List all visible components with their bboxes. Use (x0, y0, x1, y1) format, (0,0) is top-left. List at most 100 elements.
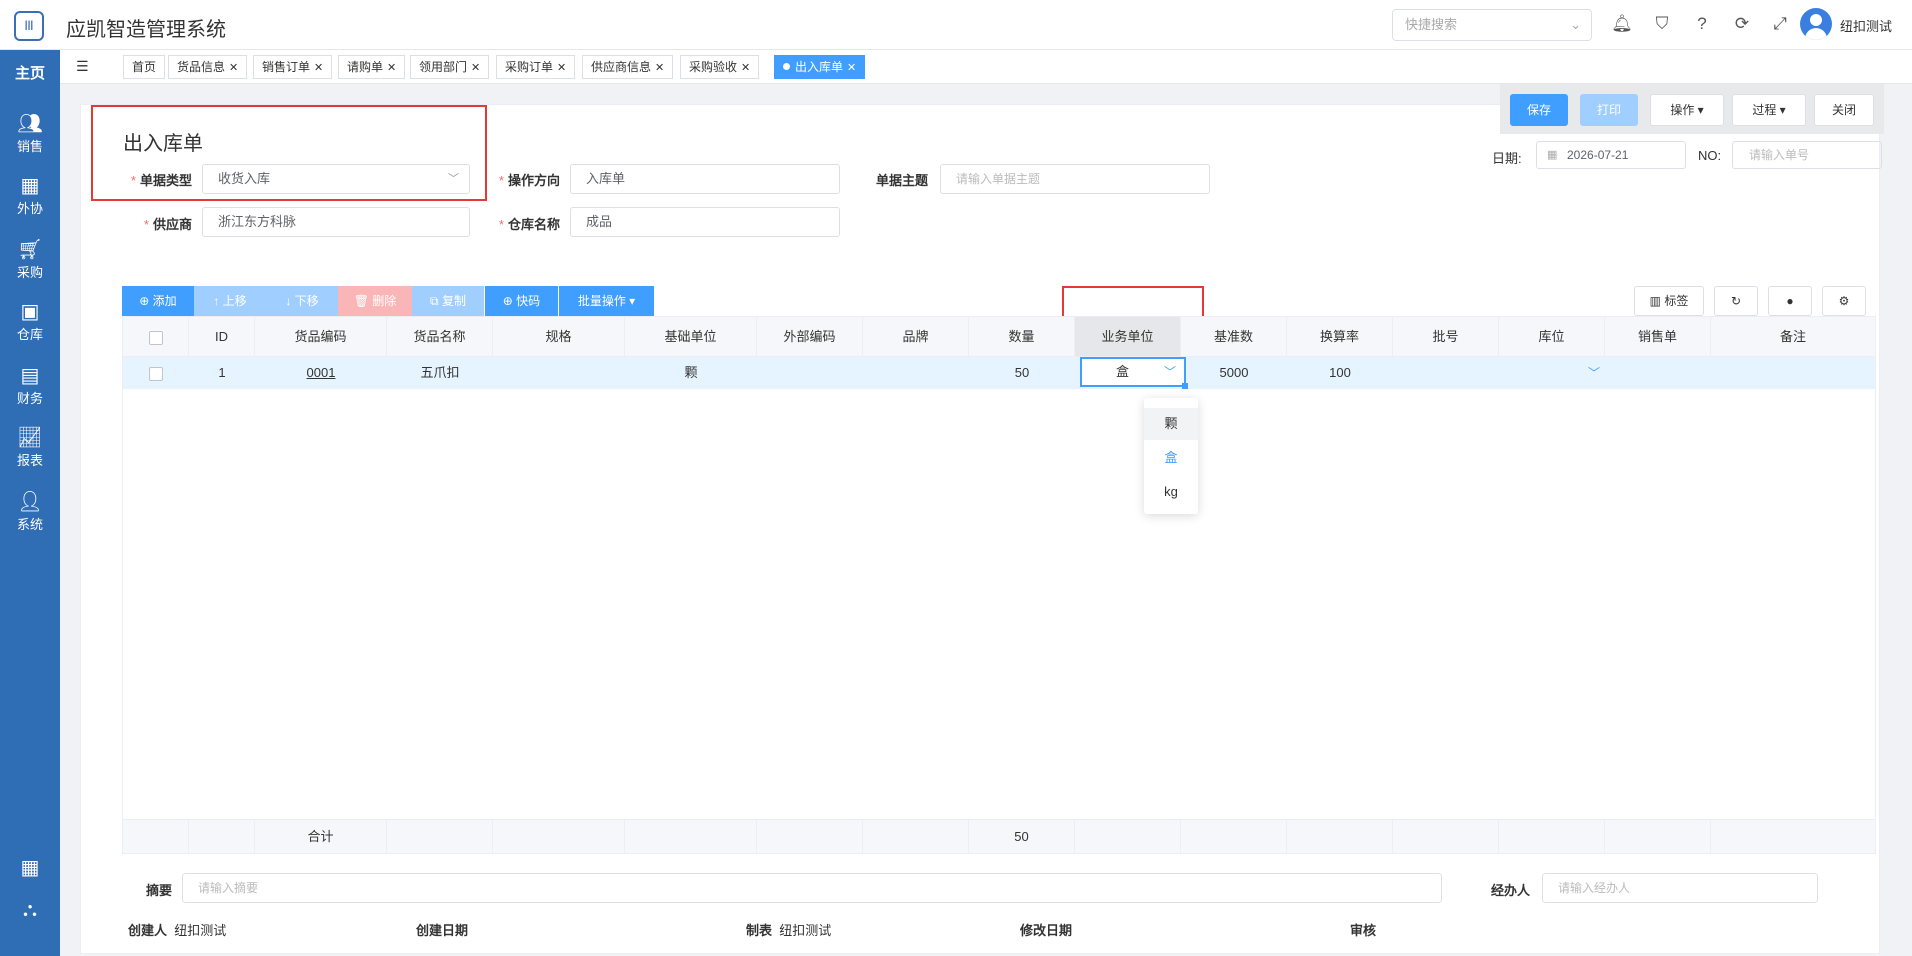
business-unit-select[interactable]: 盒 ﹀ (1080, 357, 1188, 389)
close-icon[interactable]: ✕ (229, 62, 238, 74)
barcode-icon: ▥ (1649, 294, 1665, 308)
unit-option[interactable]: 颗 (1144, 408, 1198, 440)
username[interactable]: 纽扣测试 (1840, 16, 1892, 35)
doc-type-select[interactable]: 收货入库 ﹀ (202, 164, 470, 194)
row-checkbox-cell[interactable] (123, 357, 189, 389)
date-input[interactable]: ▦ 2026-07-21 (1536, 141, 1686, 169)
help-icon[interactable]: ? (1690, 12, 1714, 36)
tab-stock-io[interactable]: 出入库单 ✕ (774, 55, 866, 79)
footer-cell (1287, 819, 1393, 853)
copy-row-button[interactable]: ⧉ 复制 (412, 286, 484, 316)
process-dropdown[interactable]: 过程 ▾ (1732, 94, 1806, 126)
footer-cell (1393, 819, 1499, 853)
print-button[interactable]: 打印 (1580, 94, 1638, 126)
cell-goods-code[interactable]: 0001 (255, 357, 387, 389)
calendar-icon: ▦ (1547, 149, 1558, 161)
subject-input[interactable]: 请输入单据主题 (940, 164, 1210, 194)
save-button[interactable]: 保存 (1510, 94, 1568, 126)
tab-sales-order[interactable]: 销售订单 ✕ (253, 55, 333, 79)
move-up-button[interactable]: ↑ 上移 (194, 286, 266, 316)
warehouse-icon: ▣ (20, 301, 40, 323)
quick-code-button[interactable]: ⊕ 快码 (484, 286, 558, 316)
handler-label: 经办人 (1490, 883, 1530, 898)
sidebar-item-system[interactable]: 👤︎ 系统 (0, 484, 60, 546)
direction-field[interactable]: 入库单 (570, 164, 840, 194)
close-icon[interactable]: ✕ (655, 62, 664, 74)
tab-goods-info[interactable]: 货品信息 ✕ (168, 55, 248, 79)
sidebar-item-sales[interactable]: 👥︎ 销售 (0, 106, 60, 168)
close-icon[interactable]: ✕ (387, 62, 396, 74)
bell-icon[interactable]: 🔔︎ (1610, 12, 1634, 36)
memo-input[interactable]: 请输入摘要 (182, 873, 1442, 903)
settings-button[interactable]: ⚙ (1822, 286, 1866, 316)
maker-field: 制表 纽扣测试 (746, 920, 831, 939)
close-icon[interactable]: ✕ (741, 62, 750, 74)
tab-purchase-inspection[interactable]: 采购验收 ✕ (680, 55, 760, 79)
tab-home[interactable]: 首页 (123, 55, 166, 79)
page-title: 出入库单 (123, 133, 203, 155)
footer-cell (863, 819, 969, 853)
location-chevron-down-icon[interactable]: ﹀ (1588, 364, 1600, 381)
footer-cell (493, 819, 625, 853)
delete-row-button[interactable]: 🗑 删除 (338, 286, 412, 316)
avatar[interactable] (1800, 8, 1832, 40)
column-header-select[interactable] (123, 317, 189, 357)
unit-option[interactable]: 盒 (1144, 442, 1198, 474)
app-logo: ||| (14, 11, 44, 41)
add-row-button[interactable]: ⊕ 添加 (122, 286, 194, 316)
collapse-menu-icon[interactable]: ☰ (76, 58, 92, 74)
cart-icon: 🛒︎ (17, 239, 43, 261)
row-checkbox[interactable] (149, 366, 163, 381)
tab-label: 首页 (132, 60, 157, 74)
sidebar-item-finance[interactable]: ▤ 财务 (0, 358, 60, 420)
close-icon[interactable]: ✕ (314, 62, 323, 74)
shield-icon[interactable]: ⛉ (1650, 12, 1674, 36)
refresh-grid-button[interactable]: ↻ (1714, 286, 1758, 316)
sidebar-item-purchase[interactable]: 🛒︎ 采购 (0, 232, 60, 294)
move-down-button[interactable]: ↓ 下移 (266, 286, 338, 316)
sidebar-item-outsource[interactable]: ▦ 外协 (0, 168, 60, 230)
warehouse-field[interactable]: 成品 (570, 207, 840, 237)
sidebar-item-home[interactable]: 主页 (0, 62, 60, 83)
sidebar-item-reports[interactable]: 📈︎ 报表 (0, 420, 60, 482)
tab-purchase-order[interactable]: 采购订单 ✕ (496, 55, 576, 79)
chart-icon: 📈︎ (17, 427, 43, 449)
maker-value: 纽扣测试 (779, 923, 832, 938)
quick-search-input[interactable]: 快捷搜索 ⌄ (1392, 9, 1592, 41)
handler-input[interactable]: 请输入经办人 (1542, 873, 1818, 903)
unit-option[interactable]: kg (1144, 476, 1198, 508)
tab-supplier-info[interactable]: 供应商信息 ✕ (582, 55, 674, 79)
footer-qty-total: 50 (969, 819, 1075, 853)
column-header: 规格 (493, 317, 625, 357)
cell-goods-name: 五爪扣 (420, 365, 460, 380)
supplier-field[interactable]: 浙江东方科脉 (202, 207, 470, 237)
info-button[interactable]: ● (1768, 286, 1812, 316)
fullscreen-icon[interactable]: ⤢ (1768, 12, 1792, 36)
cell-base-unit: 颗 (684, 365, 698, 380)
sidebar-item-label: 销售 (16, 139, 43, 154)
batch-ops-dropdown[interactable]: 批量操作 ▾ (558, 286, 654, 316)
footer-cell (123, 819, 189, 853)
tab-department[interactable]: 领用部门 ✕ (410, 55, 490, 79)
search-placeholder: 快捷搜索 (1405, 17, 1458, 32)
close-icon[interactable]: ✕ (557, 62, 566, 74)
network-icon[interactable]: ⛬ (18, 898, 42, 922)
no-input[interactable]: 请输入单号 (1732, 141, 1882, 169)
close-icon[interactable]: ✕ (847, 62, 856, 74)
cell-id: 1 (218, 365, 226, 380)
grid-apps-icon[interactable]: ▦ (18, 856, 42, 880)
close-button[interactable]: 关闭 (1814, 94, 1874, 126)
operate-dropdown[interactable]: 操作 ▾ (1650, 94, 1724, 126)
select-all-checkbox[interactable] (148, 330, 163, 345)
tab-requisition[interactable]: 请购单 ✕ (338, 55, 406, 79)
cell-quantity[interactable]: 50 (969, 357, 1075, 389)
sidebar-item-warehouse[interactable]: ▣ 仓库 (0, 294, 60, 356)
footer-cell (1605, 819, 1711, 853)
refresh-icon[interactable]: ⟳ (1730, 12, 1754, 36)
tag-button[interactable]: ▥ 标签 (1634, 286, 1704, 316)
close-icon[interactable]: ✕ (471, 62, 480, 74)
tab-label: 领用部门 (419, 60, 468, 74)
items-grid: ID 货品编码 货品名称 规格 基础单位 外部编码 品牌 数量 业务单位 基准数… (122, 316, 1876, 854)
fill-handle[interactable] (1182, 383, 1188, 389)
footer-cell (1499, 819, 1605, 853)
